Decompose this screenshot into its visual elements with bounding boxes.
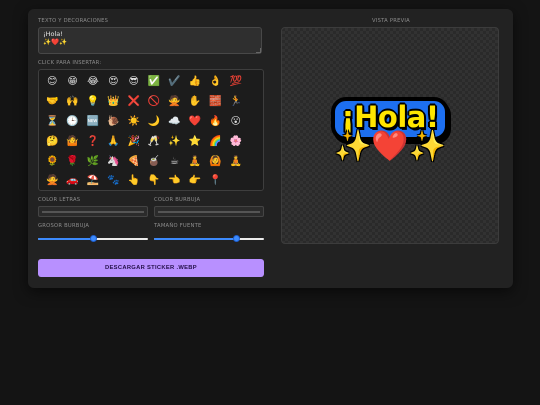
- emoji-option[interactable]: ❓: [83, 132, 103, 152]
- text-input[interactable]: ¡Hola! ✨❤️✨: [38, 27, 262, 54]
- emoji-option[interactable]: 😁: [62, 72, 82, 92]
- emoji-option[interactable]: 🧘: [226, 152, 246, 172]
- emoji-option[interactable]: 💯: [226, 72, 246, 92]
- slider-fill: [38, 238, 93, 240]
- emoji-option[interactable]: 🔥: [205, 112, 225, 132]
- emoji-option[interactable]: 🎉: [124, 132, 144, 152]
- sticker-text-line2: ✨❤️✨: [282, 132, 498, 162]
- emoji-option[interactable]: 🤝: [42, 92, 62, 112]
- sticker-text-line1: ¡Hola!: [341, 100, 439, 134]
- emoji-option[interactable]: ✨: [164, 132, 184, 152]
- emoji-option[interactable]: 🧘: [185, 152, 205, 172]
- emoji-option[interactable]: ☀️: [124, 112, 144, 132]
- bubble-color-label: COLOR BURBUJA: [154, 197, 201, 203]
- text-color-label: COLOR LETRAS: [38, 197, 81, 203]
- emoji-option[interactable]: ☕: [164, 152, 184, 172]
- emoji-option[interactable]: 😍: [103, 72, 123, 92]
- emoji-option[interactable]: 🐾: [103, 171, 123, 191]
- bubble-color-swatch: [158, 211, 260, 213]
- emoji-option[interactable]: 👑: [103, 92, 123, 112]
- emoji-option[interactable]: 🙌: [62, 92, 82, 112]
- emoji-option[interactable]: 👉: [185, 171, 205, 191]
- bubble-thickness-slider[interactable]: [38, 235, 148, 243]
- emoji-option[interactable]: 💡: [83, 92, 103, 112]
- emoji-option[interactable]: 👍: [185, 72, 205, 92]
- emoji-option[interactable]: 🙅: [42, 171, 62, 191]
- emoji-option[interactable]: ⛱️: [83, 171, 103, 191]
- emoji-option[interactable]: 😊: [42, 72, 62, 92]
- heart-icon: ❤️: [371, 129, 409, 164]
- emoji-option[interactable]: 🙏: [103, 132, 123, 152]
- sticker-preview: ¡Hola! ✨❤️✨: [281, 27, 499, 244]
- emoji-option[interactable]: 🕒: [62, 112, 82, 132]
- emoji-option[interactable]: 🌙: [144, 112, 164, 132]
- bubble-color-picker[interactable]: [154, 206, 264, 217]
- emoji-option[interactable]: 🌈: [205, 132, 225, 152]
- sparkles-icon: ✨: [333, 129, 372, 164]
- emoji-option[interactable]: 👇: [144, 171, 164, 191]
- emoji-option[interactable]: 🤔: [42, 132, 62, 152]
- text-color-picker[interactable]: [38, 206, 148, 217]
- emoji-option[interactable]: 🧉: [144, 152, 164, 172]
- font-size-slider[interactable]: [154, 235, 264, 243]
- emoji-option[interactable]: 🥂: [144, 132, 164, 152]
- emoji-option[interactable]: 🐌: [103, 112, 123, 132]
- emoji-picker-grid: 😊 😁 😂 😍 😎 ✅ ✔️ 👍 👌 💯 🤝 🙌 💡 👑 ❌ 🚫 🙅 ✋ 🧱 🏃 ⏳ 🕒 🆕 🐌 ☀️ 🌙 ☁️ ❤️ 🔥 😮 🤔 🤷 ❓ 🙏 🎉 🥂…: [38, 69, 264, 191]
- slider-thumb[interactable]: [233, 235, 240, 242]
- sticker-canvas: ¡Hola! ✨❤️✨: [282, 28, 498, 243]
- slider-thumb[interactable]: [89, 235, 97, 242]
- text-decorations-label: TEXTO Y DECORACIONES: [38, 18, 109, 24]
- emoji-option[interactable]: 👆: [124, 171, 144, 191]
- sticker-editor-panel: TEXTO Y DECORACIONES ¡Hola! ✨❤️✨ CLICK P…: [28, 9, 513, 288]
- emoji-picker-label: CLICK PARA INSERTAR:: [38, 60, 102, 66]
- slider-fill: [154, 238, 237, 240]
- emoji-option[interactable]: 🌿: [83, 152, 103, 172]
- emoji-option[interactable]: ✋: [185, 92, 205, 112]
- emoji-option[interactable]: 🧱: [205, 92, 225, 112]
- emoji-option[interactable]: 🚫: [144, 92, 164, 112]
- font-size-label: TAMAÑO FUENTE: [154, 223, 202, 229]
- emoji-option[interactable]: ☁️: [164, 112, 184, 132]
- download-sticker-button[interactable]: DESCARGAR STICKER .WEBP: [38, 259, 264, 277]
- bubble-thickness-label: GROSOR BURBUJA: [38, 223, 90, 229]
- emoji-option[interactable]: 🤷: [62, 132, 82, 152]
- emoji-option[interactable]: ⏳: [42, 112, 62, 132]
- emoji-option[interactable]: 🙅: [164, 92, 184, 112]
- preview-label: VISTA PREVIA: [372, 18, 410, 24]
- emoji-option[interactable]: 🙆: [205, 152, 225, 172]
- emoji-option[interactable]: 🍕: [124, 152, 144, 172]
- emoji-option[interactable]: ⭐: [185, 132, 205, 152]
- emoji-option[interactable]: 🌸: [226, 132, 246, 152]
- emoji-option[interactable]: 🦄: [103, 152, 123, 172]
- emoji-option[interactable]: ✅: [144, 72, 164, 92]
- emoji-option[interactable]: ❌: [124, 92, 144, 112]
- emoji-option[interactable]: 📍: [205, 171, 225, 191]
- emoji-option[interactable]: 🆕: [83, 112, 103, 132]
- emoji-option[interactable]: 🌻: [42, 152, 62, 172]
- emoji-option[interactable]: 🏃: [226, 92, 246, 112]
- emoji-option[interactable]: 😎: [124, 72, 144, 92]
- emoji-option[interactable]: 🌹: [62, 152, 82, 172]
- emoji-option[interactable]: 👈: [164, 171, 184, 191]
- text-color-swatch: [42, 211, 144, 213]
- emoji-option[interactable]: 😮: [226, 112, 246, 132]
- emoji-option[interactable]: 😂: [83, 72, 103, 92]
- emoji-option[interactable]: ✔️: [164, 72, 184, 92]
- emoji-option[interactable]: 🚗: [62, 171, 82, 191]
- sparkles-icon: ✨: [408, 129, 447, 164]
- emoji-option: [226, 171, 246, 191]
- emoji-option[interactable]: ❤️: [185, 112, 205, 132]
- emoji-option[interactable]: 👌: [205, 72, 225, 92]
